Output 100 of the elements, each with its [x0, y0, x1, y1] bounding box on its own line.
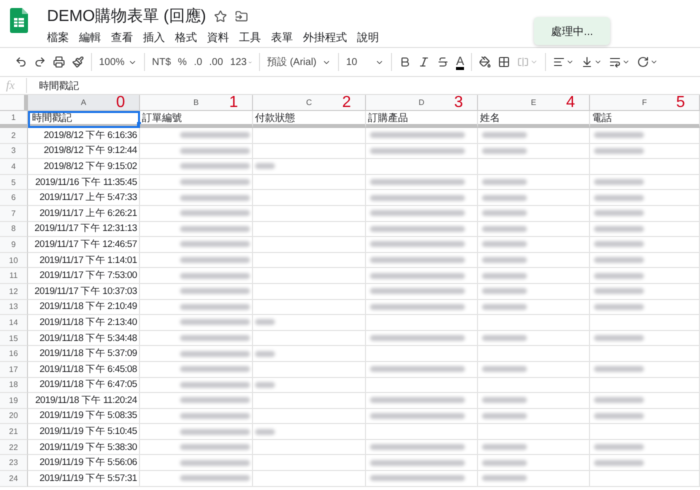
- row-header[interactable]: 5: [0, 174, 28, 190]
- row-header[interactable]: 1: [0, 111, 28, 128]
- blurred-text: [482, 397, 527, 404]
- toolbar-dropdown[interactable]: 預設 (Arial): [264, 51, 334, 73]
- blurred-text: [180, 163, 250, 170]
- caret-icon: [650, 58, 658, 66]
- row-header[interactable]: 7: [0, 206, 28, 222]
- row-header[interactable]: 11: [0, 268, 28, 284]
- blurred-text: [482, 288, 527, 294]
- column-header[interactable]: B 1: [140, 95, 253, 111]
- toolbar-dropdown[interactable]: 100%: [96, 51, 140, 73]
- blurred-text: [180, 366, 250, 372]
- spreadsheet-logo-icon[interactable]: [10, 8, 28, 33]
- formula-input[interactable]: 時間戳記: [27, 78, 79, 92]
- blurred-text: [180, 272, 250, 279]
- blurred-text: [180, 132, 250, 138]
- row-header[interactable]: 4: [0, 159, 28, 175]
- move-folder-icon[interactable]: [235, 10, 248, 23]
- blurred-text: [482, 366, 527, 372]
- blurred-text: [594, 397, 644, 404]
- blurred-text: [482, 460, 527, 466]
- menu-item[interactable]: 說明: [357, 30, 379, 45]
- blurred-text: [180, 148, 250, 154]
- table-cell: 時間戳記: [28, 111, 140, 128]
- blurred-text: [482, 226, 527, 232]
- toolbar-dropdown[interactable]: 10: [343, 51, 388, 73]
- column-header[interactable]: D 3: [366, 95, 478, 111]
- table-cell: 2019/11/16 下午 11:35:45: [28, 174, 140, 190]
- blurred-text: [255, 163, 275, 170]
- toolbar-dropdown[interactable]: 123: [227, 51, 256, 73]
- blurred-text: [594, 412, 644, 419]
- row-header[interactable]: 6: [0, 190, 28, 206]
- row-header[interactable]: 20: [0, 408, 28, 424]
- table-cell: 2019/11/19 下午 5:10:45: [28, 424, 140, 440]
- star-icon[interactable]: [214, 10, 228, 23]
- menu-item[interactable]: 插入: [143, 30, 165, 45]
- row-header[interactable]: 9: [0, 237, 28, 253]
- column-header[interactable]: F 5: [590, 95, 700, 111]
- row-header[interactable]: 19: [0, 393, 28, 409]
- align-left-icon: [553, 56, 566, 68]
- blurred-text: [594, 210, 644, 216]
- format-button[interactable]: %: [174, 51, 190, 73]
- row-header[interactable]: 21: [0, 424, 28, 440]
- blurred-text: [255, 319, 275, 326]
- row-header[interactable]: 12: [0, 284, 28, 300]
- blurred-text: [594, 194, 644, 201]
- row-header[interactable]: 18: [0, 378, 28, 394]
- blurred-text: [180, 397, 250, 404]
- table-cell: 2019/11/17 下午 1:14:01: [28, 252, 140, 268]
- blurred-text: [594, 304, 644, 310]
- menu-item[interactable]: 外掛程式: [303, 30, 347, 45]
- row-header[interactable]: 2: [0, 128, 28, 144]
- printer-icon: [53, 56, 65, 68]
- document-title[interactable]: DEMO購物表單 (回應): [47, 6, 206, 27]
- row-header[interactable]: 10: [0, 252, 28, 268]
- rotate-icon: [637, 56, 650, 68]
- row-header[interactable]: 24: [0, 471, 28, 487]
- format-button[interactable]: NT$: [149, 51, 174, 73]
- text-color-button[interactable]: A: [453, 51, 468, 73]
- blurred-text: [482, 194, 527, 201]
- table-cell: 電話: [590, 111, 700, 128]
- row-header[interactable]: 23: [0, 455, 28, 472]
- blurred-text: [594, 335, 644, 342]
- table-cell: 訂購產品: [366, 111, 478, 128]
- row-header[interactable]: 22: [0, 440, 28, 456]
- blurred-text: [594, 148, 644, 154]
- bold-icon: [399, 56, 412, 68]
- table-cell: 訂單編號: [140, 111, 253, 128]
- row-header[interactable]: 14: [0, 315, 28, 331]
- menu-item[interactable]: 編輯: [79, 30, 101, 45]
- merge-cells-icon: [517, 56, 530, 68]
- row-header[interactable]: 17: [0, 362, 28, 378]
- table-cell: 2019/8/12 下午 9:12:44: [28, 144, 140, 160]
- align-bottom-icon: [581, 56, 594, 68]
- menu-item[interactable]: 工具: [239, 30, 261, 45]
- format-button[interactable]: .0: [190, 51, 206, 73]
- row-header[interactable]: 8: [0, 222, 28, 238]
- row-header[interactable]: 16: [0, 346, 28, 362]
- annotation-number: 0: [116, 95, 125, 111]
- fill-handle[interactable]: [137, 122, 141, 126]
- table-cell: 2019/11/19 下午 5:56:06: [28, 455, 140, 472]
- menu-item[interactable]: 資料: [207, 30, 229, 45]
- menu-item[interactable]: 表單: [271, 30, 293, 45]
- blurred-text: [255, 382, 275, 388]
- format-button[interactable]: .00: [206, 51, 226, 73]
- menu-item[interactable]: 格式: [175, 30, 197, 45]
- blurred-text: [594, 132, 644, 138]
- blurred-text: [482, 148, 527, 154]
- row-header[interactable]: 3: [0, 144, 28, 160]
- column-header[interactable]: C 2: [253, 95, 366, 111]
- menu-item[interactable]: 檔案: [47, 30, 69, 45]
- column-header[interactable]: E 4: [478, 95, 590, 111]
- table-cell: 2019/11/19 下午 5:38:30: [28, 440, 140, 456]
- blurred-text: [180, 412, 250, 419]
- row-header[interactable]: 15: [0, 330, 28, 346]
- blurred-text: [255, 350, 275, 357]
- menu-item[interactable]: 查看: [111, 30, 133, 45]
- column-header[interactable]: A 0: [28, 95, 140, 111]
- blurred-text: [180, 428, 250, 435]
- row-header[interactable]: 13: [0, 300, 28, 316]
